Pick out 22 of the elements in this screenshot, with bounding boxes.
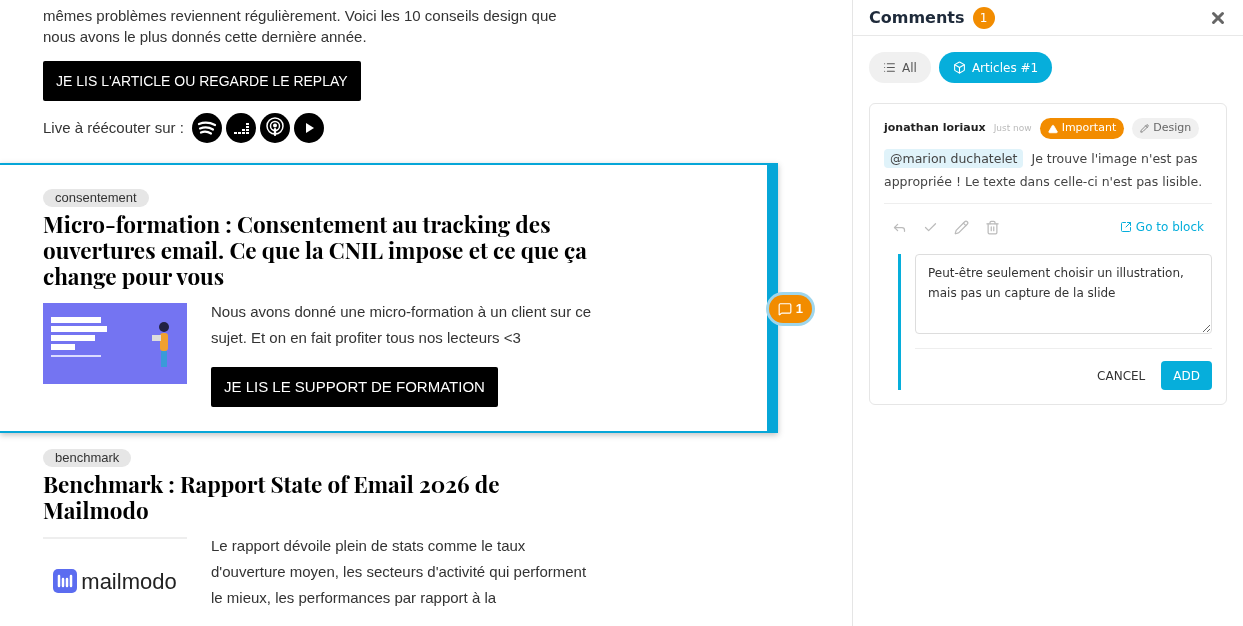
replay-button[interactable]: JE LIS L'ARTICLE OU REGARDE LE REPLAY	[43, 61, 361, 101]
article-summary: Nous avons donné une micro-formation à un client sur ce sujet. Et on en fait profiter tous nos lecteurs <3	[211, 302, 593, 348]
intro-text: mêmes problèmes reviennent régulièrement. Voici les 10 conseils design que nous avons le plus donnés cette dernière année.	[43, 6, 558, 47]
filter-tab[interactable]: All	[869, 52, 931, 83]
comment-text: @marion duchatelet Je trouve l'image n'est pas appropriée ! Le texte dans celle-ci n'est pas lisible.	[884, 148, 1204, 191]
tag: benchmark	[43, 449, 132, 467]
mention[interactable]: @marion duchatelet	[884, 149, 1024, 168]
article-summary: Le rapport dévoile plein de stats comme le taux d'ouverture moyen, les secteurs d'activité qui performent le mieux, les performances par rapport à la	[211, 536, 588, 608]
article-title: Micro-formation : Consentement au tracking des ouvertures email. Ce que la CNIL impose et ce que ça change pour vous	[43, 211, 588, 289]
reply-field[interactable]: Peut-être seulement choisir un illustration, mais pas un capture de la slide	[915, 254, 1212, 334]
timestamp: Just now	[993, 121, 1032, 135]
category-tag: Design	[1132, 118, 1200, 139]
article-title: Benchmark : Rapport State of Email 2026 de Mailmodo	[43, 471, 501, 523]
logo-text: mailmodo	[81, 567, 177, 596]
read-button[interactable]: JE LIS LE SUPPORT DE FORMATION	[211, 367, 498, 407]
priority-tag: Important	[1039, 118, 1125, 139]
cancel-button[interactable]: CANCEL	[1097, 366, 1146, 385]
author-name: jonathan loriaux	[884, 120, 986, 137]
listen-label: Live à réécouter sur :	[43, 117, 184, 138]
panel-title: Comments	[869, 6, 965, 29]
tag: consentement	[43, 189, 149, 207]
count-badge: 1	[972, 6, 995, 29]
